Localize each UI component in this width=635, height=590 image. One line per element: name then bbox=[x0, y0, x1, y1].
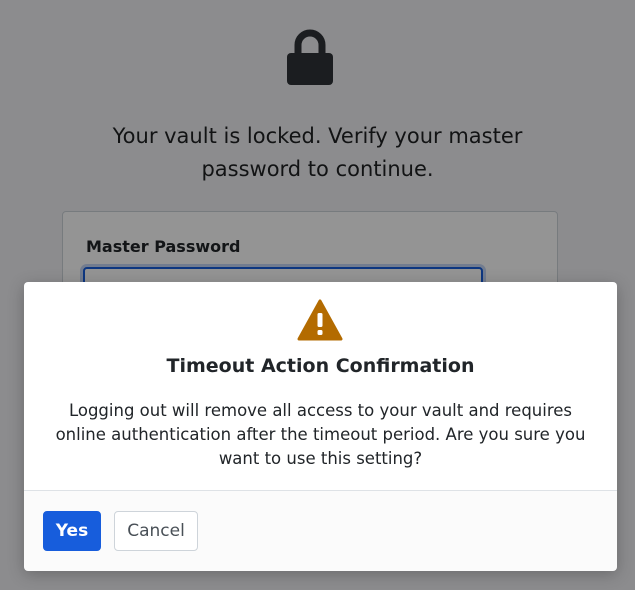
yes-button[interactable]: Yes bbox=[43, 511, 101, 551]
dialog-message: Logging out will remove all access to yo… bbox=[55, 401, 586, 468]
dialog-title: Timeout Action Confirmation bbox=[166, 355, 475, 377]
cancel-button[interactable]: Cancel bbox=[114, 511, 198, 551]
warning-icon bbox=[297, 299, 343, 341]
timeout-confirmation-dialog: Timeout Action Confirmation Logging out … bbox=[24, 282, 617, 571]
dialog-footer: Yes Cancel bbox=[24, 490, 617, 571]
